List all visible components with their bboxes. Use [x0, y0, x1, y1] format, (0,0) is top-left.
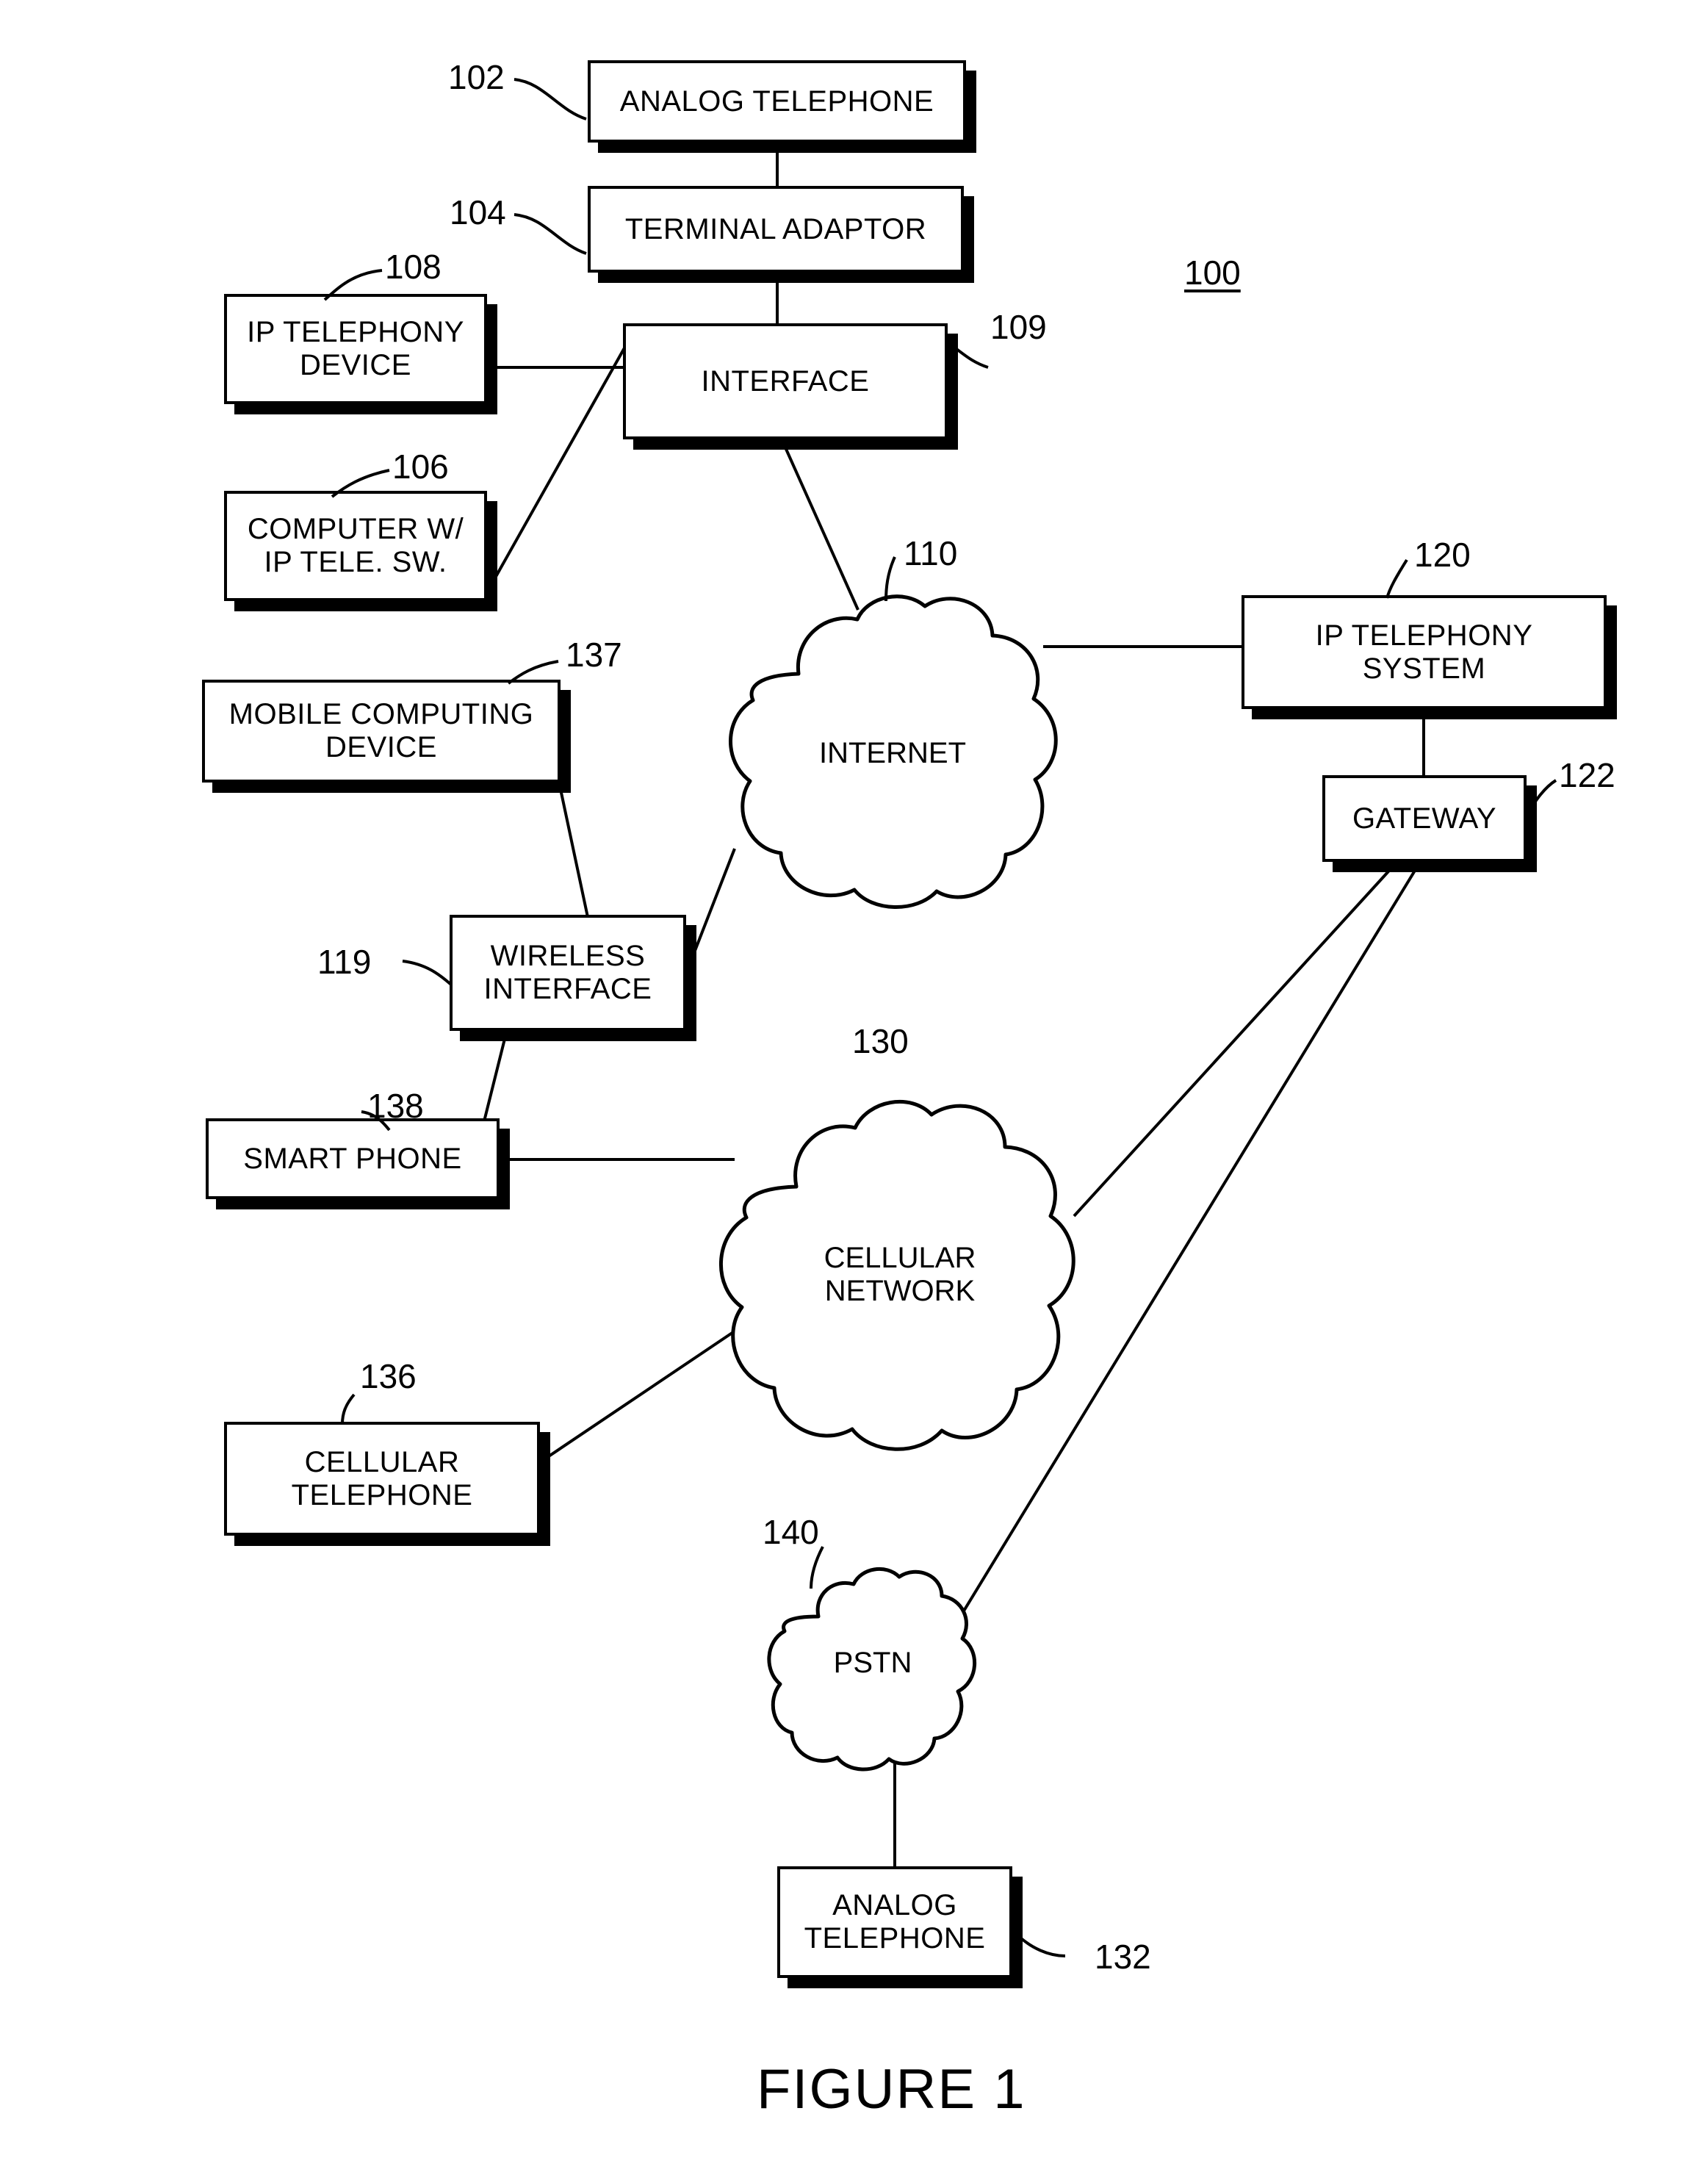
node-label-analog-telephone-102: ANALOG TELEPHONE	[619, 84, 934, 118]
ref-numeral-130: 130	[852, 1022, 909, 1060]
node-smart-phone-138[interactable]: SMART PHONE	[206, 1118, 500, 1199]
cloud-cellular-network-130: CELLULAR NETWORK	[705, 1076, 1095, 1473]
figure-caption: FIGURE 1	[757, 2058, 1026, 2121]
node-label-computer-106: COMPUTER W/ IP TELE. SW.	[247, 513, 464, 578]
node-ip-telephony-device-108[interactable]: IP TELEPHONY DEVICE	[224, 294, 487, 404]
ref-numeral-140: 140	[763, 1513, 819, 1551]
node-cellular-telephone-136[interactable]: CELLULAR TELEPHONE	[224, 1422, 540, 1536]
node-ip-telephony-system-120[interactable]: IP TELEPHONY SYSTEM	[1242, 595, 1607, 709]
node-analog-telephone-102[interactable]: ANALOG TELEPHONE	[588, 60, 966, 143]
ref-numeral-102: 102	[448, 58, 505, 96]
ref-numeral-138: 138	[367, 1087, 424, 1125]
cloud-label-internet: INTERNET	[819, 736, 966, 769]
node-wireless-interface-119[interactable]: WIRELESS INTERFACE	[450, 915, 686, 1031]
ref-numeral-132: 132	[1095, 1938, 1151, 1976]
node-label-analog-telephone-132: ANALOG TELEPHONE	[804, 1889, 986, 1954]
node-label-ip-telephony-device-108: IP TELEPHONY DEVICE	[247, 316, 464, 381]
ref-numeral-120: 120	[1414, 536, 1471, 574]
ref-numeral-137: 137	[566, 636, 622, 674]
node-label-gateway-122: GATEWAY	[1352, 802, 1497, 835]
ref-numeral-system-100: 100	[1184, 253, 1241, 292]
node-gateway-122[interactable]: GATEWAY	[1322, 775, 1527, 862]
node-label-interface-109: INTERFACE	[701, 364, 870, 398]
cloud-pstn-140: PSTN	[767, 1556, 977, 1772]
cloud-label-pstn: PSTN	[833, 1646, 912, 1679]
node-label-wireless-interface-119: WIRELESS INTERFACE	[483, 940, 652, 1005]
ref-numeral-106: 106	[392, 447, 449, 486]
ref-numeral-108: 108	[385, 248, 442, 286]
ref-numeral-104: 104	[450, 193, 506, 231]
node-label-cellular-telephone-136: CELLULAR TELEPHONE	[291, 1445, 473, 1511]
ref-numeral-110: 110	[904, 534, 958, 572]
node-label-mobile-computing-device-137: MOBILE COMPUTING DEVICE	[228, 698, 534, 763]
cloud-label-cellular-network: CELLULAR NETWORK	[824, 1242, 976, 1307]
line-gateway-to-cellular-network	[1073, 862, 1397, 1218]
patent-figure-canvas: INTERNET CELLULAR NETWORK PSTN ANALOG TE…	[0, 0, 1708, 2183]
node-computer-106[interactable]: COMPUTER W/ IP TELE. SW.	[224, 491, 487, 601]
node-terminal-adaptor-104[interactable]: TERMINAL ADAPTOR	[588, 186, 964, 273]
node-interface-109[interactable]: INTERFACE	[623, 323, 948, 439]
node-label-smart-phone-138: SMART PHONE	[243, 1142, 462, 1175]
line-computer-to-interface	[492, 345, 627, 581]
ref-numeral-119: 119	[317, 943, 372, 981]
node-mobile-computing-device-137[interactable]: MOBILE COMPUTING DEVICE	[202, 680, 561, 783]
ref-numeral-136: 136	[360, 1357, 417, 1395]
line-mobile-computing-device-to-wireless-interface	[557, 778, 589, 918]
node-label-terminal-adaptor-104: TERMINAL ADAPTOR	[624, 212, 927, 245]
cloud-internet-110: INTERNET	[702, 584, 1084, 922]
ref-numeral-122: 122	[1559, 756, 1615, 794]
node-analog-telephone-132[interactable]: ANALOG TELEPHONE	[777, 1866, 1012, 1978]
ref-numeral-109: 109	[990, 308, 1047, 346]
node-label-ip-telephony-system-120: IP TELEPHONY SYSTEM	[1315, 619, 1533, 685]
